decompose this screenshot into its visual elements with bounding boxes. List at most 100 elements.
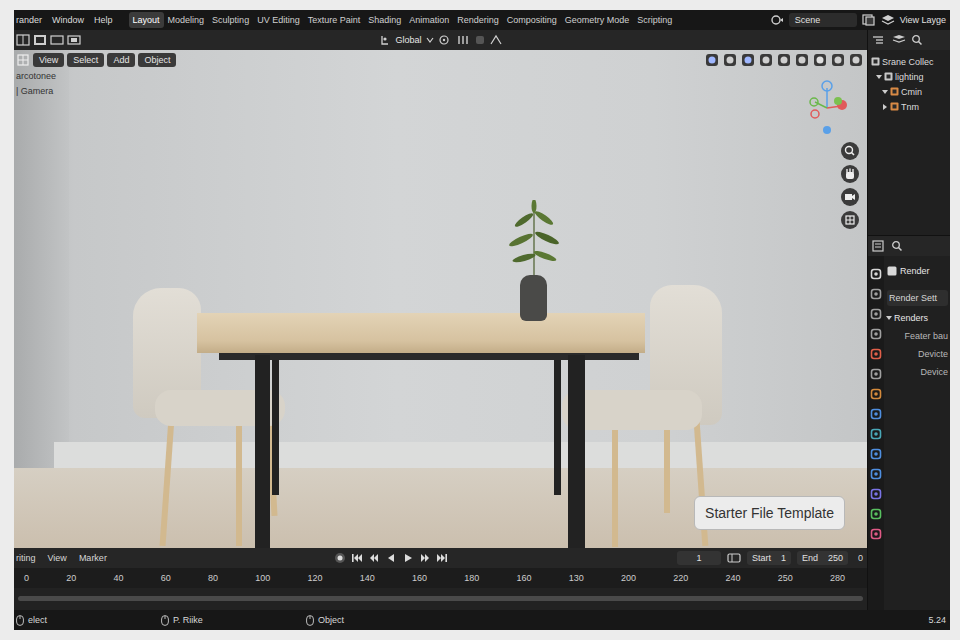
zoom-icon[interactable] — [841, 142, 859, 160]
display-toggle-icon[interactable] — [723, 53, 737, 67]
navigation-gizmo-icon[interactable] — [805, 80, 855, 144]
menu-item[interactable]: rander — [16, 15, 42, 25]
property-tab-icon[interactable] — [870, 388, 882, 400]
menu-item[interactable]: Help — [94, 15, 113, 25]
display-toggle-icon[interactable] — [759, 53, 773, 67]
scene-name: Scene — [795, 15, 821, 25]
falloff-icon[interactable] — [490, 34, 502, 46]
property-tab-icon[interactable] — [870, 508, 882, 520]
outliner-icon[interactable] — [871, 34, 887, 46]
mode-extend-icon[interactable] — [67, 34, 81, 46]
workspace-tab[interactable]: Compositing — [503, 12, 561, 28]
workspace-tab[interactable]: Geometry Mode — [561, 12, 634, 28]
display-toggle-icon[interactable] — [813, 53, 827, 67]
workspace-tab[interactable]: Modeling — [164, 12, 209, 28]
property-label: Renders — [894, 313, 928, 323]
play-icon[interactable] — [402, 552, 414, 564]
property-tab-icon[interactable] — [870, 488, 882, 500]
workspace-tab[interactable]: UV Editing — [253, 12, 304, 28]
timeline-ruler[interactable]: 0204060801001201401601801601302002202402… — [14, 568, 867, 588]
next-key-icon[interactable] — [419, 552, 431, 564]
end-frame-field[interactable]: End250 — [797, 551, 848, 565]
property-row[interactable]: Renders — [887, 312, 948, 324]
viewport-menu[interactable]: Object — [138, 53, 176, 67]
camera-icon[interactable] — [841, 188, 859, 206]
workspace-tab[interactable]: Rendering — [453, 12, 503, 28]
viewport-menu[interactable]: View — [33, 53, 64, 67]
display-toggle-icon[interactable] — [741, 53, 755, 67]
property-tab-icon[interactable] — [870, 288, 882, 300]
hand-icon[interactable] — [841, 165, 859, 183]
display-mode-icon[interactable] — [891, 34, 907, 46]
property-row: Feater bau — [887, 330, 948, 342]
properties-icon[interactable] — [871, 240, 887, 252]
property-tab-icon[interactable] — [870, 408, 882, 420]
select-box-icon[interactable] — [33, 34, 47, 46]
timeline-menu-item[interactable]: Marker — [79, 553, 107, 563]
outliner-row[interactable]: Srane Collec — [868, 54, 950, 69]
workspace-tab[interactable]: Texture Paint — [304, 12, 365, 28]
expand-arrow-icon[interactable] — [882, 90, 888, 94]
previous-key-icon[interactable] — [368, 552, 380, 564]
property-tab-icon[interactable] — [870, 308, 882, 320]
viewport-menu[interactable]: Add — [107, 53, 135, 67]
layers-icon[interactable] — [881, 14, 895, 26]
display-toggle-icon[interactable] — [849, 53, 863, 67]
outliner-row[interactable]: Tnm — [868, 99, 950, 114]
view-layer-name[interactable]: View Layge — [900, 15, 946, 25]
property-tab-icon[interactable] — [870, 328, 882, 340]
editor-type-icon[interactable] — [16, 34, 30, 46]
workspace-tab[interactable]: Sculpting — [208, 12, 253, 28]
template-badge[interactable]: Starter File Template — [694, 496, 845, 530]
search-icon[interactable] — [891, 240, 903, 252]
property-tab-icon[interactable] — [870, 428, 882, 440]
grid-icon[interactable] — [841, 211, 859, 229]
outliner-row[interactable]: lighting — [868, 69, 950, 84]
timeline-scrollbar[interactable] — [14, 588, 867, 610]
workspace-tab[interactable]: Shading — [364, 12, 405, 28]
outliner-row[interactable]: Cmin — [868, 84, 950, 99]
property-tab-icon[interactable] — [870, 468, 882, 480]
section-chevron-icon[interactable] — [886, 316, 892, 320]
display-toggle-icon[interactable] — [777, 53, 791, 67]
scene-icon[interactable] — [770, 14, 784, 26]
display-toggle-icon[interactable] — [831, 53, 845, 67]
viewport-menu[interactable]: Select — [67, 53, 104, 67]
display-toggle-icon[interactable] — [795, 53, 809, 67]
proportional-icon[interactable] — [474, 34, 486, 46]
current-frame-field[interactable]: 1 — [677, 551, 721, 565]
menu-item[interactable]: Window — [52, 15, 84, 25]
3d-viewport[interactable]: ViewSelectAddObjectarcotonee| GameraStar… — [14, 50, 867, 548]
property-row[interactable]: Render Sett — [887, 290, 948, 306]
plant-icon — [494, 200, 574, 280]
search-icon[interactable] — [911, 34, 923, 46]
record-icon[interactable] — [334, 552, 346, 564]
property-tab-icon[interactable] — [870, 368, 882, 380]
start-frame-field[interactable]: Start1 — [747, 551, 791, 565]
preview-range-icon[interactable] — [727, 552, 741, 564]
copy-icon[interactable] — [862, 14, 876, 26]
workspace-tab[interactable]: Animation — [405, 12, 453, 28]
pivot-icon[interactable] — [379, 34, 391, 46]
pivot-point-icon[interactable] — [438, 34, 452, 46]
play-reverse-icon[interactable] — [385, 552, 397, 564]
orientation-dropdown[interactable]: Global — [395, 35, 421, 45]
scene-field[interactable]: Scene — [789, 13, 857, 27]
display-toggle-icon[interactable] — [705, 53, 719, 67]
timeline-menu-item[interactable]: View — [48, 553, 67, 563]
timeline-menu-item[interactable]: riting — [16, 553, 36, 563]
workspace-tab[interactable]: Layout — [129, 12, 164, 28]
jump-end-icon[interactable] — [436, 552, 448, 564]
expand-arrow-icon[interactable] — [876, 75, 882, 79]
scrollbar-thumb[interactable] — [18, 596, 863, 601]
expand-arrow-icon[interactable] — [883, 104, 887, 110]
mode-icon[interactable] — [50, 34, 64, 46]
property-tab-icon[interactable] — [870, 268, 882, 280]
jump-start-icon[interactable] — [351, 552, 363, 564]
property-tab-icon[interactable] — [870, 448, 882, 460]
snap-icon[interactable] — [456, 34, 470, 46]
workspace-tab[interactable]: Scripting — [633, 12, 676, 28]
editor-type-icon[interactable] — [16, 53, 30, 67]
property-tab-icon[interactable] — [870, 348, 882, 360]
property-tab-icon[interactable] — [870, 528, 882, 540]
